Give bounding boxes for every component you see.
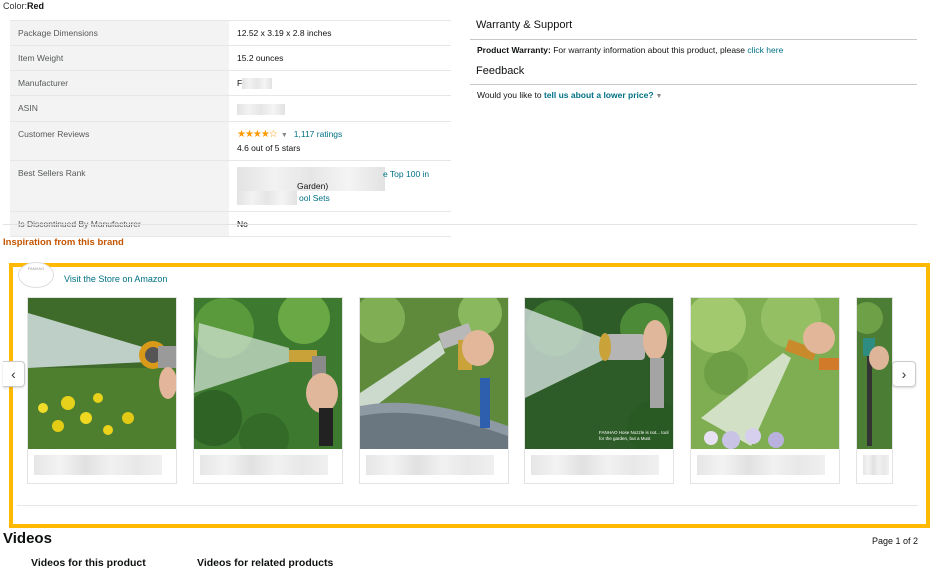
product-image[interactable] (691, 298, 839, 449)
detail-key: Best Sellers Rank (10, 159, 229, 211)
divider (470, 39, 917, 40)
redacted-caption (34, 455, 162, 475)
detail-value-manufacturer: F (229, 69, 451, 96)
redacted-caption (697, 455, 825, 475)
rank-category-text: Garden) (297, 180, 329, 191)
videos-heading: Videos (3, 530, 52, 547)
brand-logo[interactable]: FANHAO (18, 262, 54, 288)
product-details-table: Package Dimensions 12.52 x 3.19 x 2.8 in… (10, 20, 451, 237)
redacted-caption (863, 455, 889, 475)
lower-price-link-text[interactable]: tell us about a lower price? (544, 90, 654, 100)
product-image[interactable] (360, 298, 508, 449)
feedback-line: Would you like to tell us about a lower … (477, 90, 668, 100)
customer-reviews-cell: ★★★★☆ ▼ 1,117 ratings 4.6 out of 5 stars (229, 120, 451, 160)
section-divider (3, 224, 917, 225)
divider (470, 84, 917, 85)
carousel-prev-button[interactable]: ‹ (3, 361, 25, 387)
redacted-caption (200, 455, 328, 475)
warranty-label: Product Warranty: (477, 45, 551, 55)
table-row: Manufacturer F (10, 69, 451, 96)
feedback-prefix: Would you like to (477, 90, 544, 100)
carousel-card[interactable]: FANHAO Hose Nozzle is not... tool for th… (524, 297, 674, 484)
warranty-heading: Warranty & Support (476, 19, 573, 31)
page-indicator: Page 1 of 2 (872, 536, 919, 546)
tab-videos-this-product[interactable]: Videos for this product (31, 557, 146, 569)
rank-link-tool-sets[interactable]: ool Sets (299, 192, 330, 204)
carousel-card[interactable] (359, 297, 509, 484)
detail-value: 15.2 ounces (229, 45, 451, 71)
color-value: Red (27, 1, 45, 11)
redacted-text (242, 78, 273, 90)
chevron-down-icon[interactable]: ▼ (656, 93, 663, 100)
lower-price-link[interactable]: tell us about a lower price? (544, 90, 654, 100)
carousel-card[interactable] (27, 297, 177, 484)
detail-value-asin (229, 95, 451, 121)
rating-text: 4.6 out of 5 stars (237, 142, 301, 153)
carousel-card[interactable] (193, 297, 343, 484)
detail-key: Item Weight (10, 45, 229, 71)
redacted-caption (366, 455, 494, 475)
table-row: ASIN (10, 95, 451, 121)
image-overlay-text: FANHAO Hose Nozzle is not... tool for th… (599, 430, 669, 441)
product-image[interactable] (194, 298, 342, 449)
chevron-down-icon[interactable]: ▼ (281, 132, 288, 139)
product-image[interactable] (525, 298, 673, 449)
table-row: Item Weight 15.2 ounces (10, 45, 451, 71)
color-selection: Color:Red (3, 1, 44, 11)
detail-value: 12.52 x 3.19 x 2.8 inches (229, 20, 451, 46)
redacted-text (237, 190, 297, 205)
detail-key: Package Dimensions (10, 20, 229, 46)
redacted-caption (531, 455, 659, 475)
ratings-link[interactable]: 1,117 ratings (294, 129, 343, 139)
table-row: Customer Reviews ★★★★☆ ▼ 1,117 ratings 4.6… (10, 120, 451, 160)
warranty-text: For warranty information about this prod… (550, 45, 748, 55)
carousel-next-button[interactable]: › (892, 361, 916, 387)
warranty-click-here-link[interactable]: click here (747, 45, 783, 55)
feedback-heading: Feedback (476, 65, 525, 77)
product-image[interactable] (857, 298, 892, 449)
detail-key: Manufacturer (10, 69, 229, 96)
redacted-text (237, 103, 285, 115)
chevron-left-icon: ‹ (11, 366, 16, 382)
rank-link-top100[interactable]: e Top 100 in (383, 168, 429, 180)
visit-store-link[interactable]: Visit the Store on Amazon (64, 274, 167, 284)
detail-key: Customer Reviews (10, 120, 229, 160)
chevron-right-icon: › (901, 366, 907, 382)
product-image[interactable] (28, 298, 176, 449)
best-sellers-rank-cell: e Top 100 in Garden) ool Sets (229, 159, 451, 211)
carousel-card[interactable] (690, 297, 840, 484)
star-rating-icon[interactable]: ★★★★☆ (237, 129, 278, 140)
section-divider (17, 505, 918, 506)
tab-videos-related-products[interactable]: Videos for related products (197, 557, 333, 569)
table-row: Package Dimensions 12.52 x 3.19 x 2.8 in… (10, 20, 451, 46)
brand-logo-text: FANHAO (27, 266, 45, 271)
detail-key: ASIN (10, 95, 229, 121)
color-label: Color: (3, 1, 28, 11)
carousel-card[interactable] (856, 297, 893, 484)
warranty-line: Product Warranty: For warranty informati… (477, 45, 783, 55)
table-row: Best Sellers Rank e Top 100 in Garden) o… (10, 159, 451, 211)
inspiration-heading: Inspiration from this brand (3, 237, 124, 248)
